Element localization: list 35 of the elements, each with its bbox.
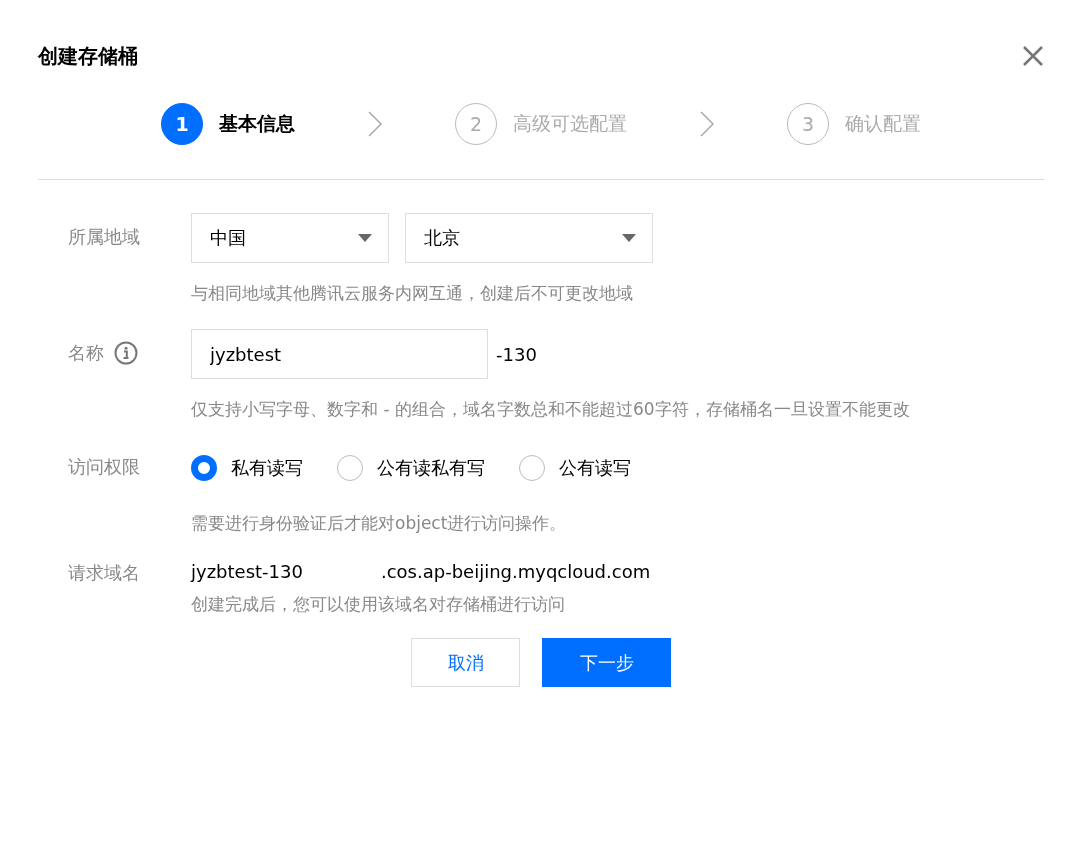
radio-label: 公有读私有写 (377, 456, 485, 480)
domain-text: .cos.ap-beijing.myqcloud.com (380, 561, 651, 582)
radio-button[interactable] (519, 455, 545, 481)
dropdown-select[interactable]: 中国 (191, 213, 389, 263)
step-number: 1 (161, 103, 203, 145)
step-label: 基本信息 (219, 111, 295, 136)
field-label: 名称 (68, 341, 104, 365)
caret-down-icon (622, 234, 636, 242)
name-suffix: -130 (496, 343, 537, 365)
radio-label: 公有读写 (559, 456, 631, 480)
step-label: 高级可选配置 (513, 111, 627, 136)
cancel-button[interactable]: 取消 (411, 638, 520, 687)
close-icon[interactable] (1022, 45, 1044, 67)
next-button[interactable]: 下一步 (542, 638, 671, 687)
chevron-right-icon (699, 110, 715, 138)
hint-text: 创建完成后，您可以使用该域名对存储桶进行访问 (191, 593, 566, 616)
name-input-field[interactable]: jyzbtest (191, 329, 488, 379)
chevron-right-icon (367, 110, 383, 138)
caret-down-icon (358, 234, 372, 242)
dialog-title: 创建存储桶 (38, 42, 138, 70)
dropdown-select[interactable]: 北京 (405, 213, 653, 263)
hint-text: 仅支持小写字母、数字和 - 的组合，域名字数总和不能超过60字符，存储桶名一旦设置不能更改 (191, 398, 910, 421)
step-label: 确认配置 (845, 111, 921, 136)
step-number: 3 (787, 103, 829, 145)
radio-button[interactable] (337, 455, 363, 481)
hint-text: 与相同地域其他腾讯云服务内网互通，创建后不可更改地域 (191, 282, 634, 305)
radio-button[interactable] (191, 455, 217, 481)
radio-label: 私有读写 (231, 456, 303, 480)
field-label: 访问权限 (68, 455, 140, 479)
info-icon[interactable] (114, 341, 138, 365)
field-label: 所属地域 (68, 225, 140, 249)
field-label: 请求域名 (68, 561, 140, 585)
step-number: 2 (455, 103, 497, 145)
domain-text: jyzbtest-130 (191, 561, 303, 582)
hint-text: 需要进行身份验证后才能对object进行访问操作。 (191, 512, 568, 535)
